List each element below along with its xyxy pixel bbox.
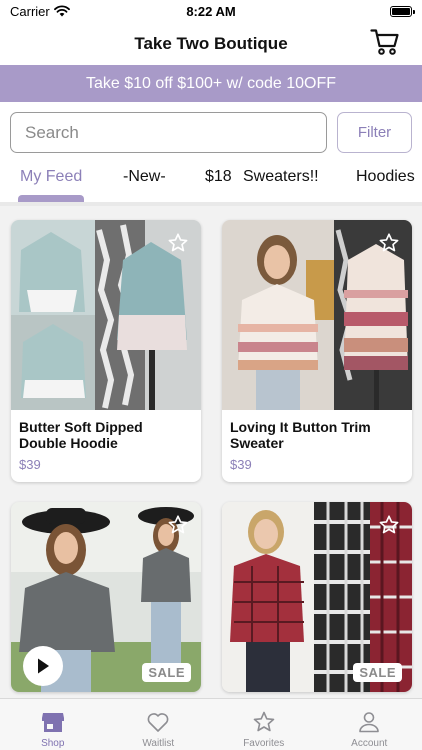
favorite-star-icon[interactable] [167,514,189,536]
tab-label: Sweaters!! [243,168,319,185]
carrier-label: Carrier [10,3,50,19]
active-tab-indicator [18,195,85,202]
cart-icon [370,29,399,55]
promo-text: Take $10 off $100+ w/ code 10OFF [85,74,337,92]
product-card[interactable]: Loving It Button Trim Sweater $39 [222,220,412,482]
product-price: $39 [19,457,41,472]
battery-level [392,7,410,15]
tabbar-label: Waitlist [142,738,175,749]
star-icon [253,711,275,732]
sale-badge: SALE [142,663,191,682]
tabbar-item-favorites[interactable]: Favorites [211,699,317,750]
product-image [11,220,201,410]
category-tabs: My Feed -New- $18 Sweaters!! Hoodies [0,160,422,202]
wifi-icon [53,5,70,17]
favorite-star-icon[interactable] [378,514,400,536]
product-price: $39 [230,457,252,472]
tabbar-label: Shop [41,738,65,749]
product-info: Loving It Button Trim Sweater $39 [222,410,412,482]
product-info: Butter Soft Dipped Double Hoodie $39 [11,410,201,482]
tab-my-feed[interactable]: My Feed [18,160,85,202]
store-icon [41,713,64,732]
page-title: Take Two Boutique [134,33,288,53]
play-video-button[interactable] [23,646,63,686]
tab-new[interactable]: -New- [123,160,166,202]
favorite-star-icon[interactable] [167,232,189,254]
product-card[interactable]: Butter Soft Dipped Double Hoodie $39 [11,220,201,482]
heart-icon [147,713,169,732]
favorite-star-icon[interactable] [378,232,400,254]
product-feed[interactable]: Butter Soft Dipped Double Hoodie $39 Lov… [0,206,422,698]
tab-18[interactable]: $18 [205,160,232,202]
filter-button[interactable]: Filter [337,112,412,153]
navigation-bar: Take Two Boutique [0,22,422,65]
person-icon [359,712,380,733]
play-icon [38,658,49,674]
product-image: SALE [222,502,412,692]
tab-sweaters[interactable]: Sweaters!! [243,160,319,202]
status-left: Carrier [10,4,70,19]
product-card[interactable]: SALE [222,502,412,692]
tabbar-item-waitlist[interactable]: Waitlist [106,699,212,750]
search-input[interactable] [10,112,327,153]
sale-badge: SALE [353,663,402,682]
search-row: Filter [10,112,412,153]
product-image: SALE [11,502,201,692]
tab-label: Hoodies [356,168,415,185]
product-title: Butter Soft Dipped Double Hoodie [19,419,143,451]
status-bar: Carrier 8:22 AM [0,0,422,22]
battery-icon [390,5,415,17]
cart-button[interactable] [368,27,402,57]
tab-label: My Feed [20,168,83,185]
tabbar-label: Favorites [243,738,285,749]
tab-label: $18 [205,168,232,185]
product-card[interactable]: SALE [11,502,201,692]
tabbar-item-shop[interactable]: Shop [0,699,106,750]
bottom-tab-bar: Shop Waitlist Favorites Account [0,698,422,750]
product-image [222,220,412,410]
tab-hoodies[interactable]: Hoodies [356,160,415,202]
product-title: Loving It Button Trim Sweater [230,419,371,451]
promo-banner[interactable]: Take $10 off $100+ w/ code 10OFF [0,65,422,102]
tab-label: -New- [123,168,166,185]
tabbar-item-account[interactable]: Account [317,699,422,750]
tabbar-label: Account [351,738,388,749]
